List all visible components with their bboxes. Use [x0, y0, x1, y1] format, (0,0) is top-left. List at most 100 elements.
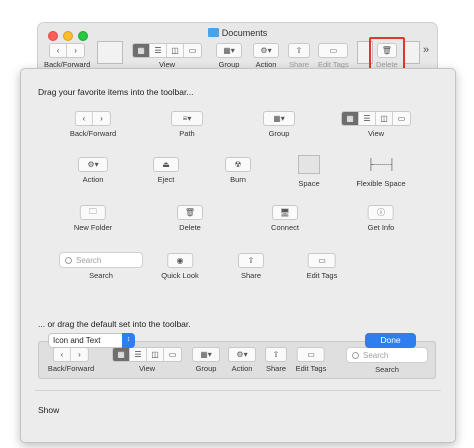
toolbar-action[interactable]: ⚙▾ Action	[253, 43, 279, 69]
toolbar-space-3	[404, 41, 420, 66]
palette-eject[interactable]: ⏏ Eject	[153, 157, 179, 184]
icon-view-icon: ▦	[113, 348, 130, 361]
palette-delete[interactable]: 🗑 Delete	[177, 205, 203, 232]
default-action: ⚙▾ Action	[228, 347, 256, 373]
show-mode-value: Icon and Text	[53, 336, 101, 345]
eye-icon: ◉	[167, 253, 193, 268]
gear-icon: ⚙▾	[228, 347, 256, 362]
gear-icon[interactable]: ⚙▾	[253, 43, 279, 58]
palette-space-label: Space	[298, 179, 320, 188]
palette-share-label: Share	[240, 271, 261, 280]
default-share: ⇧ Share	[265, 347, 287, 373]
column-view-icon: ◫	[376, 112, 393, 125]
palette-search-label: Search	[89, 271, 113, 280]
default-view-label: View	[138, 364, 156, 373]
gear-icon: ⚙▾	[78, 157, 108, 172]
palette-back-forward-label: Back/Forward	[69, 129, 117, 138]
palette-delete-label: Delete	[179, 223, 201, 232]
palette-get-info[interactable]: ⓘ Get Info	[367, 205, 395, 232]
default-set-instruction: ... or drag the default set into the too…	[38, 319, 191, 329]
toolbar-share[interactable]: ⇧ Share	[288, 43, 310, 69]
default-edit-tags-label: Edit Tags	[295, 364, 327, 373]
flexible-space-icon	[369, 155, 392, 174]
search-field: Search	[59, 252, 143, 268]
back-arrow-icon: ‹	[76, 112, 93, 125]
palette-space[interactable]: Space	[298, 155, 320, 188]
palette-view-label: View	[367, 129, 385, 138]
gallery-view-icon: ▭	[168, 350, 177, 359]
palette-view[interactable]: ▦ ☰ ◫ ▭ View	[341, 111, 411, 138]
icon-view-icon[interactable]: ▦	[133, 44, 150, 57]
default-search: Search Search	[346, 347, 428, 374]
default-action-label: Action	[231, 364, 253, 373]
palette-connect-label: Connect	[271, 223, 299, 232]
palette-connect[interactable]: 🖥 Connect	[271, 205, 299, 232]
share-icon: ⇧	[265, 347, 287, 362]
palette-flexible-space[interactable]: Flexible Space	[356, 155, 406, 188]
window-title-text: Documents	[221, 28, 268, 38]
palette-back-forward[interactable]: ‹ › Back/Forward	[70, 111, 116, 138]
default-search-label: Search	[375, 365, 399, 374]
share-icon: ⇧	[238, 253, 264, 268]
new-folder-icon: 🗀	[79, 205, 106, 220]
palette-quick-look[interactable]: ◉ Quick Look	[161, 253, 199, 280]
default-group: ▦▾ Group	[192, 347, 220, 373]
list-view-icon[interactable]: ☰	[150, 44, 167, 57]
connect-icon: 🖥	[272, 205, 298, 220]
delete-highlight	[369, 37, 405, 71]
palette-path-label: Path	[179, 129, 195, 138]
toolbar-overflow-chevron[interactable]: »	[423, 44, 429, 56]
column-view-icon: ◫	[147, 348, 164, 361]
eject-icon: ⏏	[153, 157, 179, 172]
palette-action[interactable]: ⚙▾ Action	[78, 157, 108, 184]
toolbar-view[interactable]: ▦ ☰ ◫ ▭ View	[132, 43, 202, 69]
back-arrow-icon: ‹	[54, 348, 71, 361]
search-placeholder: Search	[363, 350, 389, 360]
forward-arrow-icon[interactable]: ›	[67, 44, 84, 57]
forward-arrow-icon: ›	[78, 350, 81, 359]
palette-edit-tags-label: Edit Tags	[306, 271, 338, 280]
trash-icon: 🗑	[177, 205, 203, 220]
group-icon: ▦▾	[192, 347, 220, 362]
toolbar-edit-tags[interactable]: ▭ Edit Tags	[318, 43, 349, 69]
palette-path[interactable]: ≡▾ Path	[171, 111, 203, 138]
palette-search[interactable]: Search Search	[59, 252, 143, 280]
group-icon: ▦▾	[263, 111, 295, 126]
default-group-label: Group	[195, 364, 217, 373]
palette-group[interactable]: ▦▾ Group	[263, 111, 295, 138]
default-view: ▦ ☰ ◫ ▭ View	[112, 347, 182, 373]
default-back-forward-label: Back/Forward	[47, 364, 95, 373]
bottom-divider	[35, 390, 441, 391]
sheet-instruction: Drag your favorite items into the toolba…	[38, 87, 194, 97]
gallery-view-icon[interactable]: ▭	[184, 44, 201, 57]
search-icon	[352, 351, 359, 359]
group-icon[interactable]: ▦▾	[216, 43, 242, 58]
tag-icon[interactable]: ▭	[318, 43, 349, 58]
icon-view-icon: ▦	[342, 112, 359, 125]
toolbar-back-forward[interactable]: ‹ › Back/Forward	[44, 43, 90, 69]
search-placeholder: Search	[76, 255, 102, 265]
palette-flexible-space-label: Flexible Space	[356, 179, 406, 188]
info-icon: ⓘ	[368, 205, 394, 220]
column-view-icon[interactable]: ◫	[167, 44, 184, 57]
path-icon: ≡▾	[171, 111, 203, 126]
palette-edit-tags[interactable]: ▭ Edit Tags	[306, 253, 338, 280]
palette-new-folder-label: New Folder	[73, 223, 113, 232]
toolbar-group[interactable]: ▦▾ Group	[216, 43, 242, 69]
done-button[interactable]: Done	[365, 333, 416, 348]
default-edit-tags: ▭ Edit Tags	[295, 347, 327, 373]
palette-share[interactable]: ⇧ Share	[238, 253, 264, 280]
forward-arrow-icon: ›	[100, 114, 103, 123]
share-icon[interactable]: ⇧	[288, 43, 310, 58]
back-arrow-icon[interactable]: ‹	[50, 44, 68, 57]
folder-icon	[207, 28, 219, 37]
customize-toolbar-sheet: Drag your favorite items into the toolba…	[20, 68, 456, 443]
tag-icon: ▭	[297, 347, 325, 362]
search-icon	[65, 256, 72, 264]
palette-burn[interactable]: ☢ Burn	[225, 157, 251, 184]
palette-get-info-label: Get Info	[367, 223, 395, 232]
palette-quick-look-label: Quick Look	[161, 271, 199, 280]
show-mode-select[interactable]: Icon and Text ↕	[48, 333, 135, 348]
palette-group-label: Group	[268, 129, 290, 138]
palette-new-folder[interactable]: 🗀 New Folder	[74, 205, 112, 232]
